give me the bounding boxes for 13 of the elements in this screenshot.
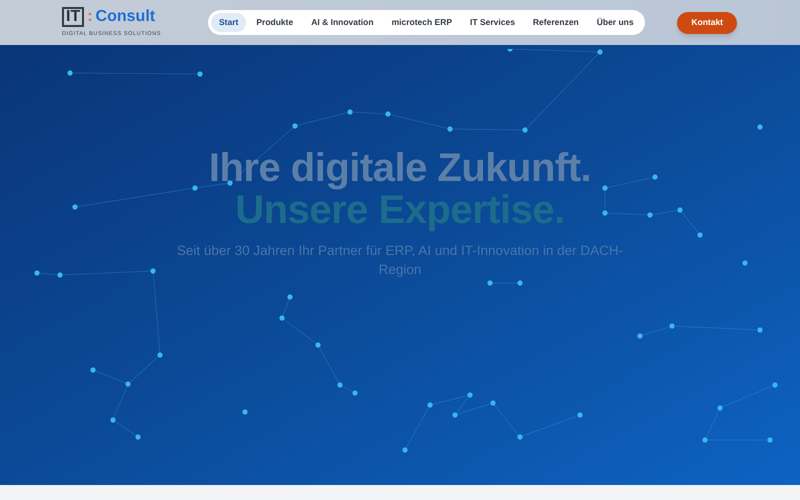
nav-link[interactable]: Start: [211, 13, 246, 32]
logo-mark: IT: [62, 6, 84, 27]
nav-link[interactable]: AI & Innovation: [303, 13, 382, 32]
hero-headline: Ihre digitale Zukunft.: [208, 147, 592, 189]
nav-link[interactable]: Produkte: [248, 13, 302, 32]
logo-name: Consult: [96, 8, 156, 25]
logo-separator: :: [87, 8, 93, 25]
nav-link[interactable]: microtech ERP: [384, 13, 460, 32]
nav-link[interactable]: Referenzen: [524, 13, 587, 32]
nav-link[interactable]: Über uns: [588, 13, 642, 32]
contact-button[interactable]: Kontakt: [677, 12, 737, 34]
hero-subtitle: Seit über 30 Jahren Ihr Partner für ERP, AI und IT-Innovation in der DACH-Region: [176, 242, 624, 279]
nav-link[interactable]: IT Services: [462, 13, 523, 32]
